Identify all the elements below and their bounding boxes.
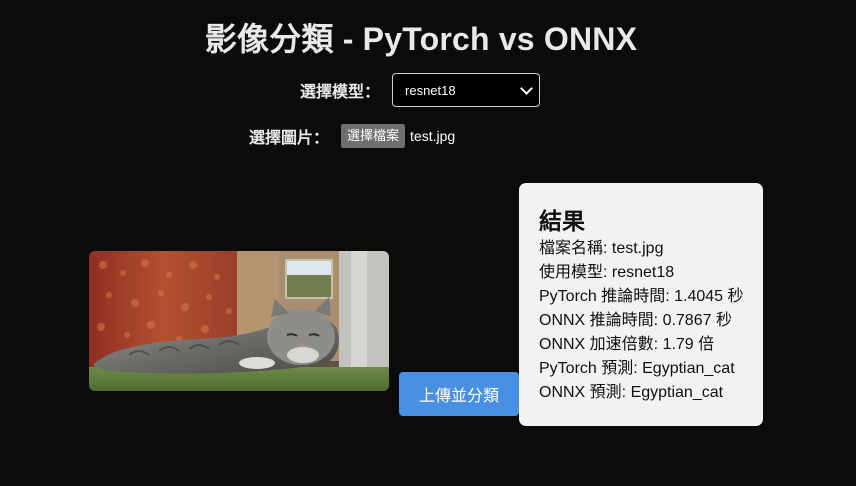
model-select[interactable]: resnet18: [392, 73, 541, 107]
model-label: 選擇模型：: [300, 84, 381, 101]
model-selector-row: 選擇模型： resnet18: [300, 73, 541, 107]
result-file-name: 檔案名稱: test.jpg: [539, 240, 664, 257]
result-heading: 結果: [539, 208, 585, 234]
result-pytorch-time: PyTorch 推論時間: 1.4045 秒: [539, 288, 744, 305]
page-title: 影像分類 - PyTorch vs ONNX: [204, 21, 638, 57]
choose-file-button[interactable]: 選擇檔案: [341, 124, 406, 148]
result-card: 結果 檔案名稱: test.jpg 使用模型: resnet18 PyTorch…: [519, 183, 763, 426]
result-onnx-prediction: ONNX 預測: Egyptian_cat: [539, 384, 724, 401]
page: 影像分類 - PyTorch vs ONNX 選擇模型： resnet18 選擇…: [0, 0, 856, 486]
result-speedup: ONNX 加速倍數: 1.79 倍: [539, 336, 715, 353]
selected-file-name: test.jpg: [410, 128, 456, 144]
file-picker-row: 選擇圖片： 選擇檔案 test.jpg: [249, 124, 455, 148]
cat-photo-preview: [89, 251, 389, 391]
result-pytorch-prediction: PyTorch 預測: Egyptian_cat: [539, 360, 735, 377]
result-model: 使用模型: resnet18: [539, 264, 675, 281]
chevron-down-icon: [520, 81, 533, 95]
upload-classify-button[interactable]: 上傳並分類: [399, 372, 519, 416]
result-onnx-time: ONNX 推論時間: 0.7867 秒: [539, 312, 732, 329]
model-select-value: resnet18: [405, 82, 456, 98]
image-preview: [89, 251, 389, 391]
image-label: 選擇圖片：: [249, 130, 330, 147]
